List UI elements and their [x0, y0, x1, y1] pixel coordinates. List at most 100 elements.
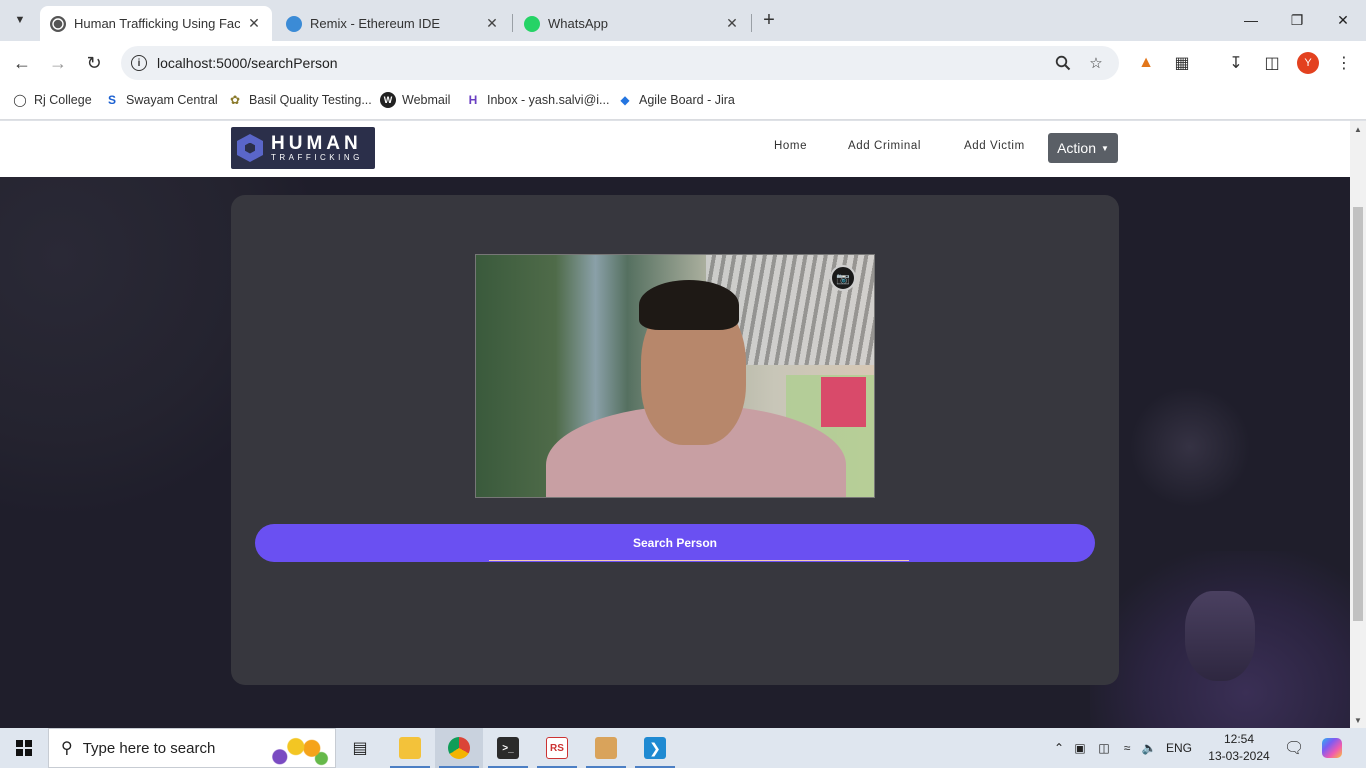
tab-separator — [512, 14, 513, 32]
caret-down-icon: ▼ — [1101, 143, 1109, 153]
bookmark-inbox[interactable]: H Inbox - yash.salvi@i... — [465, 92, 610, 108]
swayam-icon: S — [107, 93, 116, 107]
hcl-icon: H — [468, 93, 478, 107]
bookmark-label: Rj College — [34, 93, 92, 107]
bookmark-swayam[interactable]: S Swayam Central — [104, 92, 218, 108]
close-icon[interactable]: ✕ — [484, 15, 500, 32]
folder-icon — [399, 737, 421, 759]
nav-add-victim[interactable]: Add Victim — [964, 140, 1025, 152]
chevron-down-icon: ▼ — [14, 14, 26, 26]
reload-icon: ↻ — [86, 52, 102, 73]
vscode-taskbar-button[interactable]: ❯ — [631, 728, 679, 768]
download-icon[interactable]: ↧ — [1226, 53, 1246, 73]
webcam-person-hair — [639, 280, 739, 330]
scrollbar-thumb[interactable] — [1353, 207, 1363, 621]
webcam-preview: 📷 — [475, 254, 875, 498]
metamask-icon[interactable]: ▲ — [1136, 53, 1156, 73]
bookmark-label: Inbox - yash.salvi@i... — [487, 93, 610, 107]
bookmark-basil[interactable]: ✿ Basil Quality Testing... — [227, 92, 372, 108]
action-label: Action — [1057, 140, 1096, 156]
windows-logo-icon — [16, 740, 32, 756]
minimize-icon: — — [1244, 12, 1258, 28]
reload-button[interactable]: ↻ — [80, 49, 108, 77]
logo-line-2: TRAFFICKING — [271, 153, 363, 162]
hexagon-logo-icon — [237, 134, 263, 162]
extensions-icon[interactable]: ▦ — [1172, 53, 1192, 73]
bookmark-jira[interactable]: ◆ Agile Board - Jira — [617, 92, 735, 108]
start-button[interactable] — [0, 728, 48, 768]
page-viewport: HUMAN TRAFFICKING Home Add Criminal Add … — [0, 121, 1350, 728]
zoom-icon[interactable] — [1054, 54, 1072, 72]
taskbar-search-placeholder: Type here to search — [82, 739, 216, 757]
notifications-icon[interactable]: 🗨 — [1284, 728, 1304, 768]
chevron-up-icon[interactable]: ⌃ — [1050, 741, 1068, 755]
copilot-icon[interactable] — [1322, 728, 1342, 768]
side-panel-icon[interactable]: ◫ — [1262, 53, 1282, 73]
tab-remix[interactable]: Remix - Ethereum IDE ✕ — [276, 6, 510, 41]
tab-search-button[interactable]: ▼ — [6, 7, 34, 33]
globe-icon — [50, 15, 66, 32]
wifi-icon[interactable]: ≈ — [1116, 741, 1138, 755]
search-card: 📷 Search Person — [231, 195, 1119, 685]
search-person-label: Search Person — [632, 536, 718, 550]
scroll-up-arrow-icon[interactable]: ▲ — [1350, 121, 1366, 137]
bookmark-star-icon[interactable]: ☆ — [1087, 54, 1105, 72]
terminal-icon: >_ — [497, 737, 519, 759]
address-bar[interactable]: i localhost:5000/searchPerson ☆ — [121, 46, 1119, 80]
close-window-button[interactable]: ✕ — [1320, 0, 1366, 40]
basil-icon: ✿ — [229, 93, 241, 107]
bookmark-label: Webmail — [402, 93, 451, 107]
scroll-down-arrow-icon[interactable]: ▼ — [1350, 712, 1366, 728]
minimize-button[interactable]: — — [1228, 0, 1274, 40]
new-tab-button[interactable]: + — [758, 9, 780, 31]
restore-icon: ❐ — [1290, 11, 1304, 28]
camera-capture-button[interactable]: 📷 — [830, 265, 856, 291]
tab-title: Remix - Ethereum IDE — [310, 16, 441, 31]
close-icon[interactable]: ✕ — [724, 15, 740, 32]
app-taskbar-button[interactable]: RS — [533, 728, 581, 768]
bookmark-rj-college[interactable]: ◯ Rj College — [12, 92, 92, 108]
globe-icon: ◯ — [13, 93, 27, 107]
tab-separator — [751, 14, 752, 32]
button-underline — [489, 560, 909, 561]
tab-whatsapp[interactable]: WhatsApp ✕ — [514, 6, 750, 41]
menu-kebab-icon[interactable]: ⋮ — [1334, 53, 1354, 73]
url-text[interactable]: localhost:5000/searchPerson — [157, 55, 338, 71]
clock-time: 12:54 — [1223, 732, 1255, 746]
close-icon[interactable]: ✕ — [246, 15, 262, 32]
webmail-icon: W — [380, 92, 396, 108]
terminal-taskbar-button[interactable]: >_ — [484, 728, 532, 768]
search-person-button[interactable]: Search Person — [255, 524, 1095, 562]
tab-title: Human Trafficking Using Face R — [74, 16, 240, 31]
info-icon[interactable]: i — [131, 55, 147, 71]
webcam-pink-object — [821, 377, 866, 427]
profile-avatar[interactable]: Y — [1297, 52, 1319, 74]
file-explorer-button[interactable] — [386, 728, 434, 768]
task-view-button[interactable]: ▤ — [336, 728, 384, 768]
system-tray: ⌃ ▣ ◫ ≈ 🔈 ENG — [1050, 728, 1192, 768]
windows-taskbar: ⚲ Type here to search ▤ >_ RS ❯ ⌃ ▣ ◫ ≈ … — [0, 728, 1366, 768]
camera-icon: 📷 — [836, 272, 850, 285]
nav-add-criminal[interactable]: Add Criminal — [848, 140, 921, 152]
taskbar-clock[interactable]: 12:54 13-03-2024 — [1206, 731, 1272, 765]
battery-icon[interactable]: ◫ — [1092, 741, 1116, 755]
site-logo[interactable]: HUMAN TRAFFICKING — [231, 127, 375, 169]
nav-home[interactable]: Home — [774, 140, 807, 152]
virtualbox-taskbar-button[interactable] — [582, 728, 630, 768]
back-button[interactable]: ← — [8, 49, 36, 77]
bookmark-webmail[interactable]: W Webmail — [380, 92, 450, 108]
chrome-taskbar-button[interactable] — [435, 728, 483, 768]
forward-button[interactable]: → — [44, 49, 72, 77]
taskbar-search-box[interactable]: ⚲ Type here to search — [48, 728, 336, 768]
language-indicator[interactable]: ENG — [1166, 741, 1192, 755]
plus-icon: + — [763, 8, 775, 31]
background-vr-headset-figure — [1185, 591, 1255, 681]
bookmarks-bar: ◯ Rj College S Swayam Central ✿ Basil Qu… — [0, 85, 1366, 120]
meet-now-icon[interactable]: ▣ — [1068, 741, 1092, 755]
jira-icon: ◆ — [620, 93, 630, 107]
page-scrollbar[interactable]: ▲ ▼ — [1350, 121, 1366, 728]
restore-button[interactable]: ❐ — [1274, 0, 1320, 40]
volume-icon[interactable]: 🔈 — [1138, 741, 1160, 755]
action-dropdown-button[interactable]: Action ▼ — [1048, 133, 1118, 163]
tab-human-trafficking[interactable]: Human Trafficking Using Face R ✕ — [40, 6, 272, 41]
